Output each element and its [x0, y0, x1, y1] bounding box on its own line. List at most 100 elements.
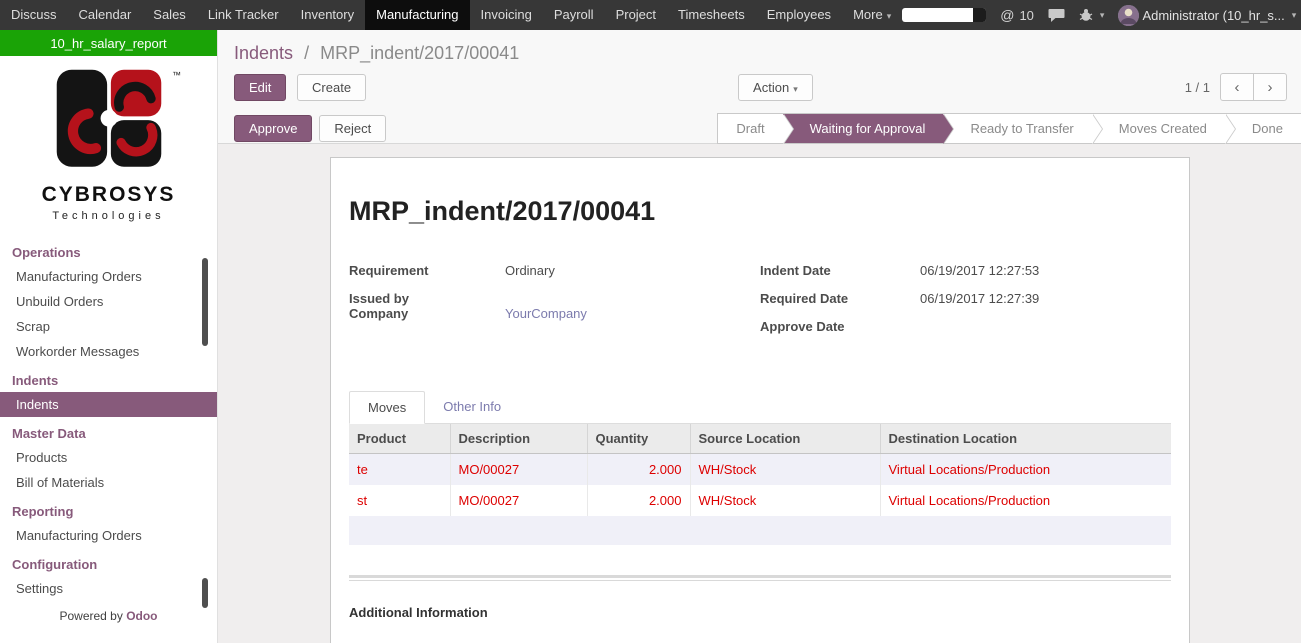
topbar-menu-timesheets[interactable]: Timesheets: [667, 0, 756, 30]
odoo-link[interactable]: Odoo: [126, 609, 157, 623]
sidebar-scrollbar-thumb-lower[interactable]: [202, 578, 208, 608]
debug-menu-button[interactable]: ▾: [1079, 8, 1105, 22]
status-step-ready-to-transfer[interactable]: Ready to Transfer: [943, 114, 1091, 143]
brand-tagline: Technologies: [0, 210, 217, 222]
topbar-menu-manufacturing[interactable]: Manufacturing: [365, 0, 469, 30]
cell-destination-location: Virtual Locations/Production: [880, 454, 1171, 486]
topbar-menu-payroll[interactable]: Payroll: [543, 0, 605, 30]
sidebar-item-manufacturing-orders[interactable]: Manufacturing Orders: [0, 264, 217, 289]
sidebar-item-scrap[interactable]: Scrap: [0, 314, 217, 339]
indent-date-value: 06/19/2017 12:27:53: [920, 263, 1039, 283]
column-header-source-location: Source Location: [690, 424, 880, 454]
main-area: Indents / MRP_indent/2017/00041 Edit Cre…: [218, 30, 1301, 643]
column-header-quantity: Quantity: [587, 424, 690, 454]
pager-counter: 1 / 1: [1185, 80, 1210, 95]
sidebar: 10_hr_salary_report ™ CYBROSYS Technolog…: [0, 30, 218, 643]
sidebar-item-indents[interactable]: Indents: [0, 392, 217, 417]
pager-next-button[interactable]: ›: [1253, 73, 1287, 101]
topbar-menu-calendar[interactable]: Calendar: [68, 0, 143, 30]
cybrosys-logo: [53, 66, 165, 178]
topbar-menu-project[interactable]: Project: [605, 0, 667, 30]
mention-count: 10: [1019, 8, 1033, 23]
statusbar: Draft Waiting for Approval Ready to Tran…: [717, 113, 1301, 144]
requirement-value: Ordinary: [505, 263, 555, 283]
column-header-destination-location: Destination Location: [880, 424, 1171, 454]
field-groups: Requirement Ordinary Issued by Company Y…: [349, 263, 1171, 347]
sidebar-item-unbuild-orders[interactable]: Unbuild Orders: [0, 289, 217, 314]
cell-source-location: WH/Stock: [690, 485, 880, 516]
reject-button[interactable]: Reject: [319, 115, 386, 142]
chevron-down-icon: ▾: [793, 84, 798, 94]
create-button[interactable]: Create: [297, 74, 366, 101]
topbar-menu-sales[interactable]: Sales: [142, 0, 197, 30]
avatar: [1118, 5, 1139, 26]
breadcrumb-current: MRP_indent/2017/00041: [320, 43, 519, 63]
sidebar-item-bill-of-materials[interactable]: Bill of Materials: [0, 470, 217, 495]
mention-counter[interactable]: @ 10: [1000, 7, 1034, 23]
cell-description: MO/00027: [450, 454, 587, 486]
sidebar-heading-reporting: Reporting: [0, 495, 217, 523]
at-icon: @: [1000, 7, 1014, 23]
chevron-down-icon: ▾: [1100, 10, 1105, 21]
sidebar-heading-operations: Operations: [0, 236, 217, 264]
topbar-menu-more[interactable]: More▾: [842, 0, 902, 30]
column-header-product: Product: [349, 424, 450, 454]
topbar-menu-employees[interactable]: Employees: [756, 0, 842, 30]
chevron-left-icon: ‹: [1235, 79, 1240, 96]
notification-banner: 10_hr_salary_report: [0, 30, 217, 56]
pager-previous-button[interactable]: ‹: [1220, 73, 1254, 101]
table-row[interactable]: te MO/00027 2.000 WH/Stock Virtual Locat…: [349, 454, 1171, 486]
required-date-label: Required Date: [760, 291, 920, 311]
field-indent-date: Indent Date 06/19/2017 12:27:53: [760, 263, 1171, 283]
user-menu[interactable]: Administrator (10_hr_s... ▾: [1118, 5, 1296, 26]
field-requirement: Requirement Ordinary: [349, 263, 760, 283]
approve-button[interactable]: Approve: [234, 115, 312, 142]
control-panel-buttons-row: Edit Create Action▾ 1 / 1 ‹ ›: [218, 73, 1301, 113]
issued-by-value[interactable]: YourCompany: [505, 306, 587, 321]
field-group-left: Requirement Ordinary Issued by Company Y…: [349, 263, 760, 347]
pager: 1 / 1 ‹ ›: [1185, 73, 1287, 101]
notification-text: 10_hr_salary_report: [50, 36, 166, 51]
moves-table-header-row: Product Description Quantity Source Loca…: [349, 424, 1171, 454]
topbar-menu-invoicing[interactable]: Invoicing: [470, 0, 543, 30]
topbar-menu-discuss[interactable]: Discuss: [0, 0, 68, 30]
cell-description: MO/00027: [450, 485, 587, 516]
tab-moves[interactable]: Moves: [349, 391, 425, 424]
sidebar-item-workorder-messages[interactable]: Workorder Messages: [0, 339, 217, 364]
tab-other-info[interactable]: Other Info: [425, 391, 519, 423]
status-step-draft[interactable]: Draft: [718, 114, 782, 143]
action-dropdown-button[interactable]: Action▾: [738, 74, 813, 101]
record-buttons: Edit Create: [234, 74, 366, 101]
issued-by-label: Issued by Company: [349, 291, 505, 321]
more-label: More: [853, 7, 883, 22]
approve-date-label: Approve Date: [760, 319, 920, 339]
sidebar-menu: Operations Manufacturing Orders Unbuild …: [0, 236, 217, 601]
messages-button[interactable]: [1048, 8, 1065, 23]
field-group-right: Indent Date 06/19/2017 12:27:53 Required…: [760, 263, 1171, 347]
topbar-menu-inventory[interactable]: Inventory: [290, 0, 365, 30]
chevron-down-icon: ▾: [1292, 10, 1297, 21]
edit-button[interactable]: Edit: [234, 74, 286, 101]
status-step-waiting-for-approval[interactable]: Waiting for Approval: [783, 114, 944, 143]
status-step-done[interactable]: Done: [1225, 114, 1301, 143]
field-required-date: Required Date 06/19/2017 12:27:39: [760, 291, 1171, 311]
progress-indicator: [902, 8, 986, 22]
field-issued-by-company: Issued by Company YourCompany: [349, 291, 760, 321]
breadcrumb-separator: /: [304, 43, 309, 63]
page-body: 10_hr_salary_report ™ CYBROSYS Technolog…: [0, 30, 1301, 643]
breadcrumb-parent[interactable]: Indents: [234, 43, 293, 63]
sidebar-scrollbar-thumb[interactable]: [202, 258, 208, 346]
sidebar-item-products[interactable]: Products: [0, 445, 217, 470]
issued-by-label-text: Issued by Company: [349, 291, 449, 321]
requirement-label: Requirement: [349, 263, 505, 283]
topbar-menu-link-tracker[interactable]: Link Tracker: [197, 0, 290, 30]
cell-destination-location: Virtual Locations/Production: [880, 485, 1171, 516]
sidebar-item-settings[interactable]: Settings: [0, 576, 217, 601]
bug-icon: [1079, 8, 1093, 22]
company-brand: ™ CYBROSYS Technologies: [0, 56, 217, 222]
field-approve-date: Approve Date: [760, 319, 1171, 339]
trademark-symbol: ™: [172, 70, 181, 80]
table-row[interactable]: st MO/00027 2.000 WH/Stock Virtual Locat…: [349, 485, 1171, 516]
status-step-moves-created[interactable]: Moves Created: [1092, 114, 1225, 143]
sidebar-item-reporting-manufacturing-orders[interactable]: Manufacturing Orders: [0, 523, 217, 548]
